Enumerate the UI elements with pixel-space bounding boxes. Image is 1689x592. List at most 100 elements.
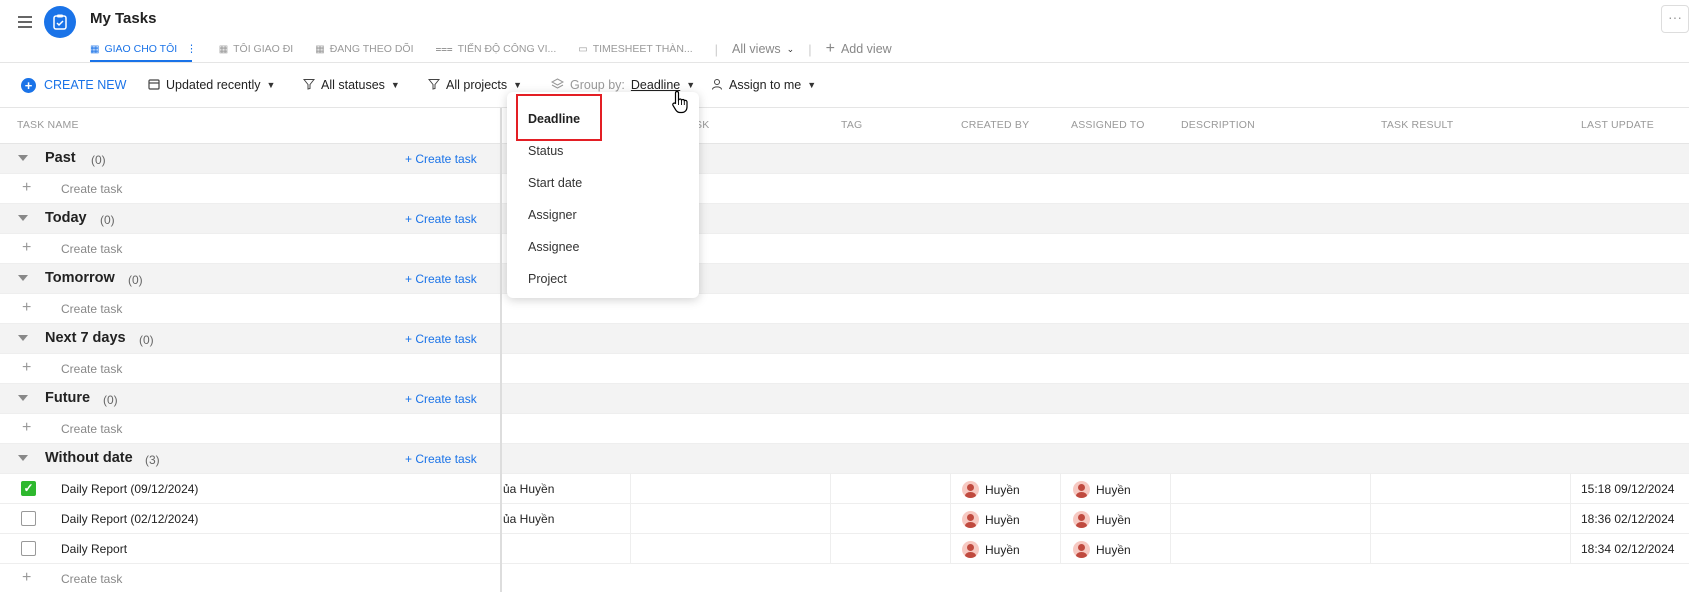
table-row[interactable]: ✓ Daily Report (09/12/2024) ủa Huyền Huy… bbox=[0, 474, 1689, 504]
table-row[interactable]: Daily Report Huyền Huyền 18:34 02/12/202… bbox=[0, 534, 1689, 564]
tab-dang-theo-doi[interactable]: ▦ ĐANG THEO DÕI bbox=[315, 38, 413, 60]
collapse-caret-icon[interactable] bbox=[18, 155, 28, 161]
group-row-future: Future (0) + Create task bbox=[0, 384, 1689, 414]
chevron-down-icon: ▼ bbox=[686, 80, 696, 90]
calendar-icon: ▭ bbox=[578, 43, 588, 55]
divider bbox=[0, 62, 1689, 63]
chevron-down-icon: ⌄ bbox=[786, 43, 795, 54]
column-created-by[interactable]: CREATED BY bbox=[961, 119, 1029, 131]
assigned-to-user: Huyền bbox=[1073, 511, 1131, 528]
group-by-option-status[interactable]: Status bbox=[528, 144, 563, 158]
add-task-row[interactable]: + Create task bbox=[0, 354, 1689, 384]
create-task-link[interactable]: + Create task bbox=[405, 332, 477, 346]
add-task-row[interactable]: + Create task bbox=[0, 414, 1689, 444]
group-by-option-assigner[interactable]: Assigner bbox=[528, 208, 577, 222]
tab-giao-cho-toi[interactable]: ▦ GIAO CHO TÔI ⋮ bbox=[90, 38, 197, 60]
plus-icon: + bbox=[825, 40, 835, 57]
view-tabs: ▦ GIAO CHO TÔI ⋮ ▦ TÔI GIAO ĐI ▦ ĐANG TH… bbox=[90, 38, 892, 60]
chevron-down-icon: ▼ bbox=[513, 80, 523, 90]
create-task-link[interactable]: + Create task bbox=[405, 392, 477, 406]
collapse-caret-icon[interactable] bbox=[18, 395, 28, 401]
gantt-icon: ⩶ bbox=[435, 43, 453, 55]
assigned-to-user: Huyền bbox=[1073, 541, 1131, 558]
table-icon: ▦ bbox=[218, 43, 229, 55]
table-icon: ▦ bbox=[90, 43, 100, 55]
add-task-row[interactable]: + Create task bbox=[0, 564, 1689, 592]
calendar-icon bbox=[148, 78, 160, 93]
create-task-link[interactable]: + Create task bbox=[405, 212, 477, 226]
tab-timesheet[interactable]: ▭ TIMESHEET THÀN... bbox=[578, 38, 692, 60]
plus-icon: + bbox=[22, 359, 32, 376]
avatar bbox=[962, 481, 979, 498]
group-by-option-start-date[interactable]: Start date bbox=[528, 176, 582, 190]
tab-toi-giao-di[interactable]: ▦ TÔI GIAO ĐI bbox=[219, 38, 294, 60]
all-views-dropdown[interactable]: All views ⌄ bbox=[732, 42, 794, 56]
assigned-to-user: Huyền bbox=[1073, 481, 1131, 498]
create-task-link[interactable]: + Create task bbox=[405, 272, 477, 286]
toolbar: + CREATE NEW Updated recently ▼ All stat… bbox=[0, 74, 1689, 96]
group-row-past: Past (0) + Create task bbox=[0, 144, 1689, 174]
plus-icon: + bbox=[22, 569, 32, 586]
avatar bbox=[962, 541, 979, 558]
task-checkbox[interactable] bbox=[21, 511, 36, 526]
tab-tien-do-cong-viec[interactable]: ⩶ TIẾN ĐỘ CÔNG VI... bbox=[436, 38, 557, 60]
column-assigned-to[interactable]: ASSIGNED TO bbox=[1071, 119, 1145, 131]
task-checkbox[interactable]: ✓ bbox=[21, 481, 36, 496]
group-by-option-assignee[interactable]: Assignee bbox=[528, 240, 579, 254]
tasks-app-icon bbox=[44, 6, 76, 38]
group-row-tomorrow: Tomorrow (0) + Create task bbox=[0, 264, 1689, 294]
filter-icon bbox=[427, 78, 441, 93]
assign-filter-dropdown[interactable]: Assign to me ▼ bbox=[711, 74, 816, 96]
divider: | bbox=[714, 41, 719, 57]
column-splitter[interactable] bbox=[500, 108, 502, 592]
avatar bbox=[1073, 511, 1090, 528]
divider: | bbox=[808, 41, 812, 57]
add-task-row[interactable]: + Create task bbox=[0, 174, 1689, 204]
group-by-option-deadline[interactable]: Deadline bbox=[528, 112, 580, 126]
task-checkbox[interactable] bbox=[21, 541, 36, 556]
hand-cursor-icon bbox=[671, 90, 689, 117]
avatar bbox=[1073, 481, 1090, 498]
column-task-result[interactable]: TASK RESULT bbox=[1381, 119, 1453, 131]
collapse-caret-icon[interactable] bbox=[18, 215, 28, 221]
add-task-row[interactable]: + Create task bbox=[0, 294, 1689, 324]
column-last-update[interactable]: LAST UPDATE bbox=[1581, 119, 1654, 131]
plus-icon: + bbox=[22, 179, 32, 196]
add-task-row[interactable]: + Create task bbox=[0, 234, 1689, 264]
filter-icon bbox=[302, 78, 316, 93]
created-by-user: Huyền bbox=[962, 511, 1020, 528]
chevron-down-icon: ▼ bbox=[266, 80, 276, 90]
menu-icon[interactable] bbox=[18, 16, 32, 28]
column-description[interactable]: DESCRIPTION bbox=[1181, 119, 1255, 131]
collapse-caret-icon[interactable] bbox=[18, 455, 28, 461]
group-row-without-date: Without date (3) + Create task bbox=[0, 444, 1689, 474]
group-by-option-project[interactable]: Project bbox=[528, 272, 567, 286]
user-icon bbox=[711, 78, 723, 93]
column-task-name[interactable]: TASK NAME bbox=[17, 119, 79, 131]
group-row-next-7-days: Next 7 days (0) + Create task bbox=[0, 324, 1689, 354]
created-by-user: Huyền bbox=[962, 541, 1020, 558]
divider bbox=[0, 107, 1689, 108]
sort-dropdown[interactable]: Updated recently ▼ bbox=[148, 74, 275, 96]
plus-icon: + bbox=[22, 419, 32, 436]
plus-icon: + bbox=[22, 239, 32, 256]
collapse-caret-icon[interactable] bbox=[18, 275, 28, 281]
more-options-button[interactable]: ··· bbox=[1661, 5, 1689, 33]
add-view-button[interactable]: + Add view bbox=[826, 40, 892, 58]
collapse-caret-icon[interactable] bbox=[18, 335, 28, 341]
chevron-down-icon: ▼ bbox=[390, 80, 400, 90]
page-title: My Tasks bbox=[90, 10, 157, 27]
group-row-today: Today (0) + Create task bbox=[0, 204, 1689, 234]
plus-circle-icon: + bbox=[21, 77, 36, 93]
create-task-link[interactable]: + Create task bbox=[405, 152, 477, 166]
chevron-down-icon: ▼ bbox=[807, 80, 817, 90]
kebab-icon[interactable]: ⋮ bbox=[186, 43, 197, 55]
created-by-user: Huyền bbox=[962, 481, 1020, 498]
create-new-button[interactable]: + CREATE NEW bbox=[21, 74, 126, 96]
create-task-link[interactable]: + Create task bbox=[405, 452, 477, 466]
column-tag[interactable]: TAG bbox=[841, 119, 862, 131]
avatar bbox=[1073, 541, 1090, 558]
group-by-menu: Deadline Status Start date Assigner Assi… bbox=[507, 92, 699, 298]
status-filter-dropdown[interactable]: All statuses ▼ bbox=[302, 74, 400, 96]
table-row[interactable]: Daily Report (02/12/2024) ủa Huyền Huyền… bbox=[0, 504, 1689, 534]
